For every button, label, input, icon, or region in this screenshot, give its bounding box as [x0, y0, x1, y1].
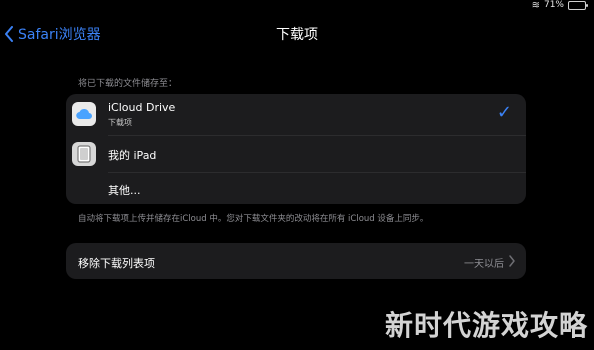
- option-title: 我的 iPad: [108, 149, 157, 162]
- option-my-ipad[interactable]: 我的 iPad: [66, 136, 526, 172]
- ipad-icon: [72, 142, 96, 166]
- battery-percentage: 71%: [543, 0, 564, 10]
- icloud-icon: [72, 102, 96, 126]
- remove-download-items-row[interactable]: 移除下载列表项 一天以后: [66, 243, 526, 279]
- back-button[interactable]: Safari浏览器: [4, 20, 101, 48]
- icloud-sync-note: 自动将下载项上传并储存在iCloud 中。您对下载文件夹的改动将在所有 iClo…: [78, 214, 429, 224]
- option-icloud-drive[interactable]: iCloud Drive 下载项 ✓: [66, 94, 526, 134]
- wifi-icon: ≋: [531, 0, 540, 11]
- status-bar: ≋ 71%: [531, 0, 588, 11]
- remove-download-items-label: 移除下载列表项: [78, 257, 155, 270]
- option-subtitle: 下载项: [108, 118, 132, 127]
- chevron-right-icon: [509, 255, 515, 267]
- download-location-list: iCloud Drive 下载项 ✓ 我的 iPad 其他...: [66, 94, 526, 204]
- back-button-label: Safari浏览器: [18, 27, 101, 43]
- downloads-location-label: 将已下载的文件储存至：: [78, 79, 178, 89]
- watermark-text: 新时代游戏攻略: [384, 309, 588, 342]
- remove-download-items-value: 一天以后: [464, 259, 504, 270]
- option-title: iCloud Drive: [108, 101, 176, 114]
- chevron-left-icon: [5, 26, 13, 42]
- checkmark-icon: ✓: [496, 102, 512, 123]
- navigation-bar: 下载项 Safari浏览器: [0, 20, 594, 48]
- battery-icon: [568, 0, 588, 10]
- option-other[interactable]: 其他...: [66, 173, 526, 204]
- option-title: 其他...: [108, 184, 141, 197]
